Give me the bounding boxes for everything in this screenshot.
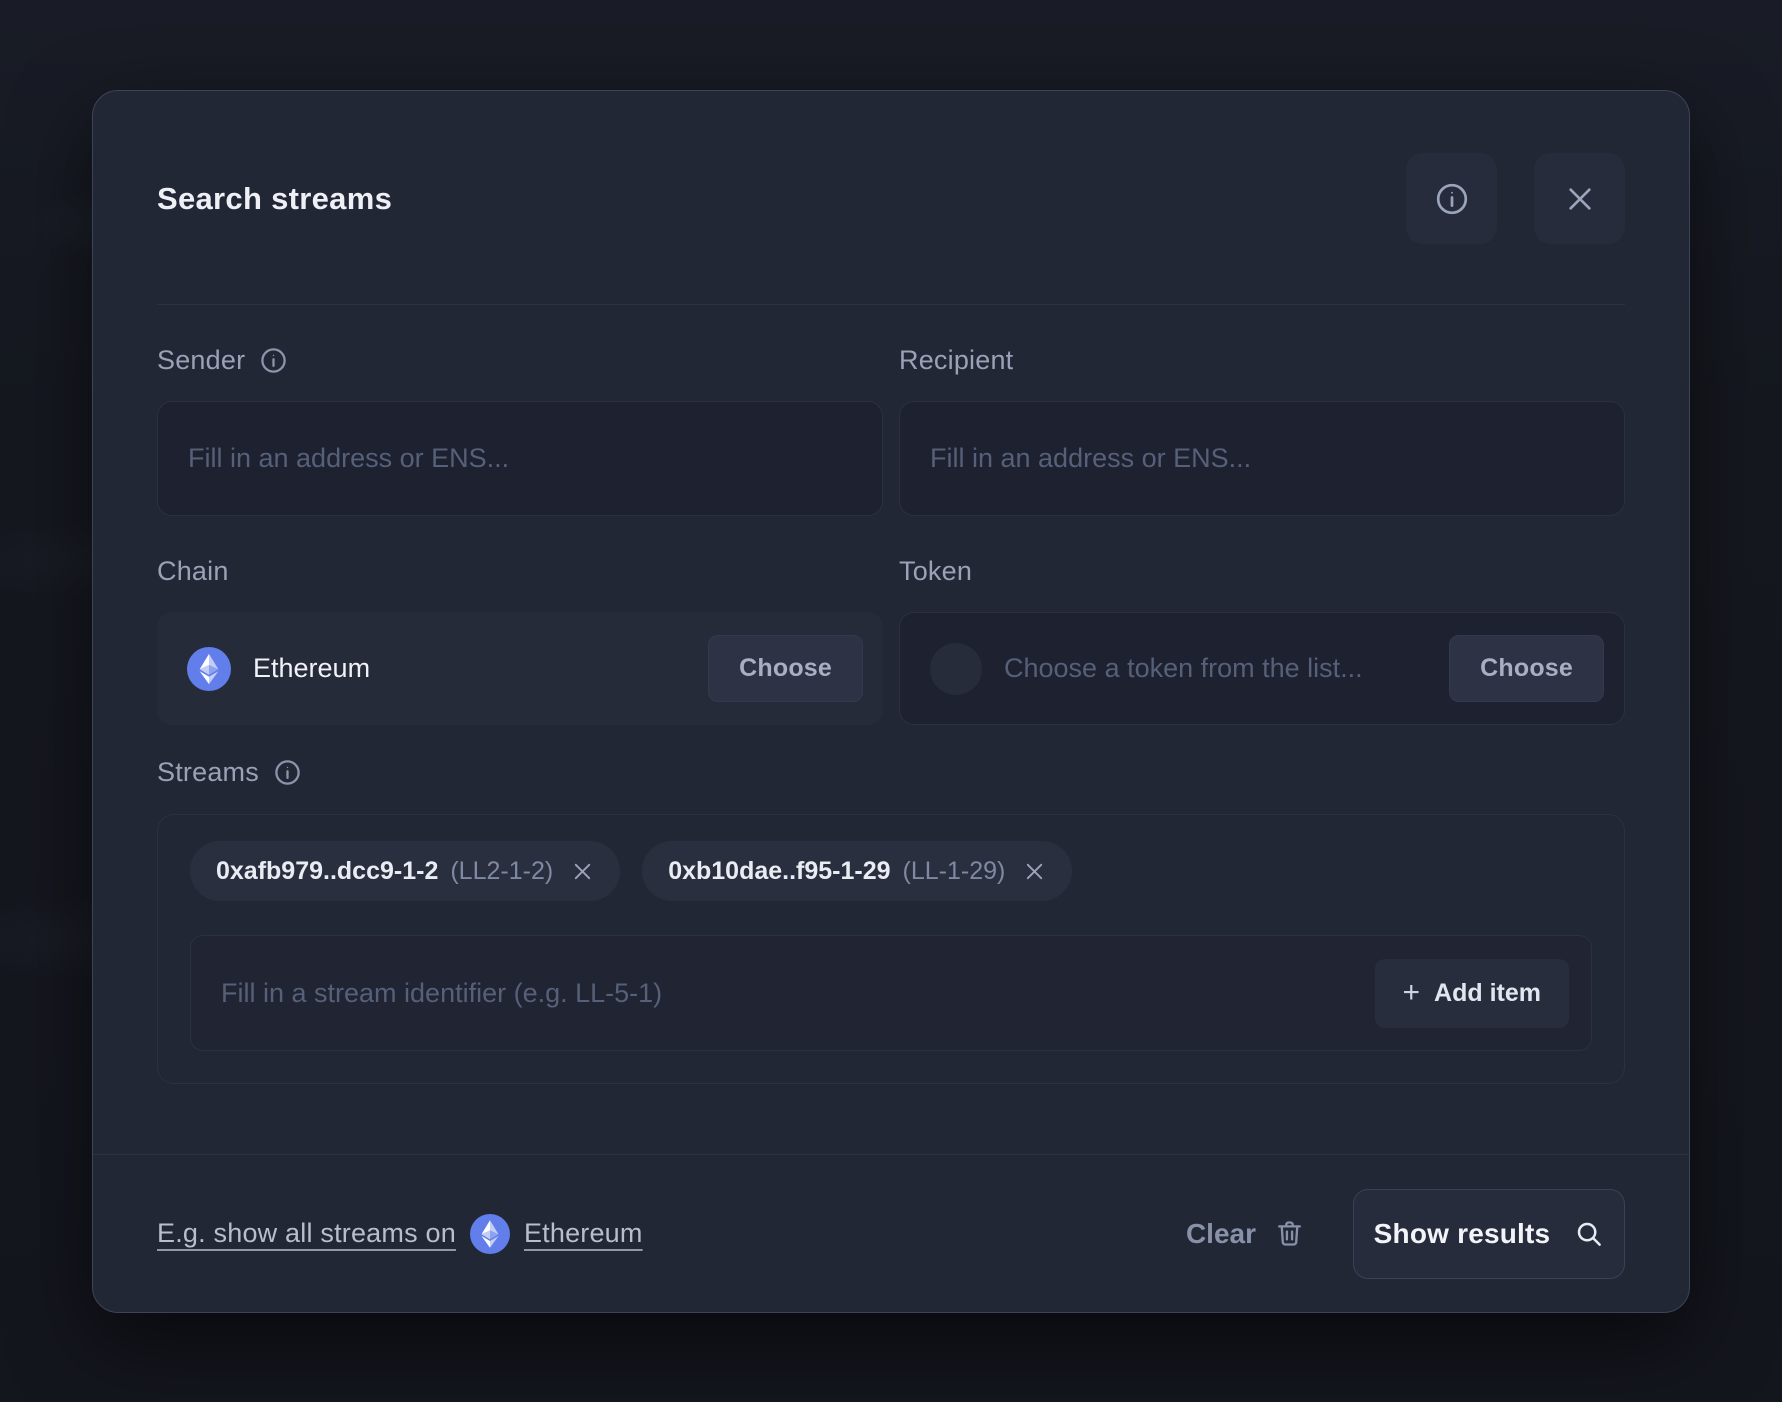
stream-chip-id: 0xafb979..dcc9-1-2 <box>216 857 438 886</box>
show-results-label: Show results <box>1374 1218 1551 1250</box>
add-item-button[interactable]: + Add item <box>1375 959 1569 1028</box>
token-placeholder-circle <box>930 643 982 695</box>
dialog-header: Search streams <box>157 91 1625 244</box>
info-button[interactable] <box>1406 153 1497 244</box>
token-placeholder-text: Choose a token from the list... <box>1004 653 1363 684</box>
token-label: Token <box>899 556 972 587</box>
ethereum-icon <box>470 1214 510 1254</box>
dialog-title: Search streams <box>157 181 392 217</box>
token-field: Token Choose a token from the list... Ch… <box>899 516 1625 725</box>
token-choose-button[interactable]: Choose <box>1449 635 1604 702</box>
close-button[interactable] <box>1534 153 1625 244</box>
example-streams-link[interactable]: E.g. show all streams on Ethereum <box>157 1214 643 1254</box>
recipient-label: Recipient <box>899 345 1013 376</box>
token-picker: Choose a token from the list... Choose <box>899 612 1625 725</box>
example-link-text: E.g. show all streams on <box>157 1218 456 1249</box>
sender-input[interactable] <box>157 401 883 516</box>
recipient-field: Recipient <box>899 305 1625 516</box>
streams-box: 0xafb979..dcc9-1-2 (LL2-1-2) 0xb10dae..f… <box>157 814 1625 1084</box>
sender-info-icon[interactable] <box>259 346 288 375</box>
streams-info-icon[interactable] <box>273 758 302 787</box>
show-results-button[interactable]: Show results <box>1353 1189 1625 1279</box>
chain-picker: Ethereum Choose <box>157 612 883 725</box>
chain-choose-button[interactable]: Choose <box>708 635 863 702</box>
clear-button[interactable]: Clear <box>1186 1218 1305 1250</box>
chain-field: Chain Ethereum <box>157 516 883 725</box>
search-icon <box>1574 1219 1604 1249</box>
dialog-footer: E.g. show all streams on Ethereum Clear <box>93 1154 1689 1312</box>
stream-chip-id: 0xb10dae..f95-1-29 <box>668 857 890 886</box>
chip-remove-icon[interactable] <box>1023 860 1046 883</box>
ethereum-icon <box>187 647 231 691</box>
sender-label: Sender <box>157 345 245 376</box>
stream-chip-alias: (LL-1-29) <box>903 857 1006 886</box>
chip-remove-icon[interactable] <box>571 860 594 883</box>
clear-label: Clear <box>1186 1218 1256 1250</box>
footer-actions: Clear Show results <box>1186 1189 1625 1279</box>
trash-icon <box>1274 1218 1305 1249</box>
streams-label: Streams <box>157 757 259 788</box>
search-streams-dialog: Search streams <box>92 90 1690 1313</box>
stream-chip-alias: (LL2-1-2) <box>450 857 553 886</box>
close-icon <box>1564 183 1596 215</box>
stream-input-wrap: + Add item <box>190 935 1592 1051</box>
streams-field: Streams 0xafb979..dcc9-1-2 (LL2-1-2) <box>157 757 1625 1084</box>
header-actions <box>1406 153 1625 244</box>
recipient-input[interactable] <box>899 401 1625 516</box>
stream-chip: 0xb10dae..f95-1-29 (LL-1-29) <box>642 841 1072 901</box>
stream-chip: 0xafb979..dcc9-1-2 (LL2-1-2) <box>190 841 620 901</box>
chain-value: Ethereum <box>253 653 370 684</box>
chain-label: Chain <box>157 556 229 587</box>
info-icon <box>1434 181 1470 217</box>
stream-chips: 0xafb979..dcc9-1-2 (LL2-1-2) 0xb10dae..f… <box>190 841 1592 901</box>
sender-field: Sender <box>157 305 883 516</box>
example-link-chain: Ethereum <box>524 1218 643 1249</box>
add-item-label: Add item <box>1434 979 1541 1008</box>
stream-identifier-input[interactable] <box>191 936 1375 1050</box>
plus-icon: + <box>1403 983 1421 1003</box>
